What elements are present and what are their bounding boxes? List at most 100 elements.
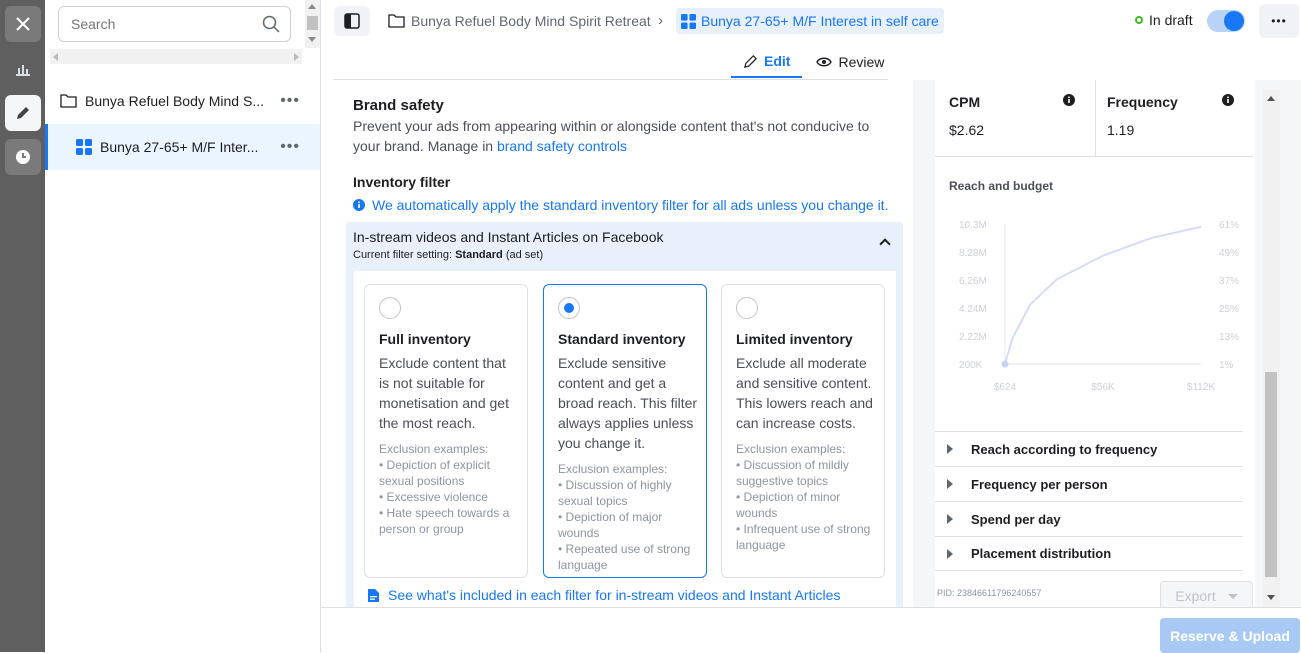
brand-safety-desc-line: Prevent your ads from appearing within o… bbox=[353, 118, 870, 134]
tab-review[interactable]: Review bbox=[802, 46, 898, 78]
exclusion-text: Discussion of mildly suggestive topics bbox=[736, 458, 849, 488]
scroll-up-icon[interactable] bbox=[308, 4, 316, 9]
left-rail bbox=[0, 0, 45, 652]
frequency-person-accordion[interactable]: Frequency per person bbox=[935, 466, 1243, 501]
panel-scrollbar[interactable] bbox=[1263, 90, 1280, 607]
exclusion-item: • Depiction of explicit sexual positions bbox=[379, 458, 490, 488]
history-button[interactable] bbox=[5, 139, 41, 175]
info-icon[interactable] bbox=[1063, 94, 1075, 106]
y-left-tick-label: 6.26M bbox=[959, 276, 987, 287]
exclusion-text: Discussion of highly sexual topics bbox=[558, 478, 672, 508]
navigation-panel: Bunya Refuel Body Mind S... ••• Bunya 27… bbox=[45, 0, 321, 652]
full-inventory-card[interactable]: Full inventory Exclude content that is n… bbox=[364, 284, 528, 578]
tree-scrollbar-horizontal[interactable] bbox=[50, 49, 302, 64]
tree-item-adset[interactable]: Bunya 27-65+ M/F Inter... ••• bbox=[45, 124, 320, 170]
footer-bar: Reserve & Upload bbox=[321, 607, 1301, 653]
current-filter-suffix: (ad set) bbox=[502, 249, 544, 261]
limited-inventory-radio[interactable] bbox=[736, 297, 758, 319]
scroll-up-icon[interactable] bbox=[1267, 96, 1275, 101]
adset-grid-icon bbox=[681, 13, 696, 29]
more-options-icon[interactable]: ••• bbox=[280, 138, 300, 156]
card-title: Standard inventory bbox=[558, 331, 686, 347]
see-filters-link[interactable]: See what's included in each filter for i… bbox=[367, 587, 840, 603]
more-options-button[interactable]: ••• bbox=[1259, 4, 1299, 38]
info-icon[interactable] bbox=[1222, 94, 1234, 106]
campaign-label: Bunya Refuel Body Mind S... bbox=[85, 93, 264, 109]
card-desc-text: Exclude all moderate and sensitive conte… bbox=[736, 355, 873, 431]
brand-safety-desc-line: your brand. Manage in brand safety contr… bbox=[353, 136, 903, 156]
expand-triangle-icon bbox=[947, 444, 953, 454]
breadcrumb-adset[interactable]: Bunya 27-65+ M/F Interest in self care bbox=[676, 8, 944, 34]
metric-divider bbox=[1095, 80, 1096, 156]
expand-triangle-icon bbox=[947, 514, 953, 524]
bar-chart-icon bbox=[16, 65, 30, 76]
scroll-down-icon[interactable] bbox=[308, 37, 316, 42]
search-input[interactable] bbox=[59, 7, 249, 41]
tree-item-campaign[interactable]: Bunya Refuel Body Mind S... ••• bbox=[45, 78, 320, 124]
exclusion-text: Depiction of explicit sexual positions bbox=[379, 458, 490, 488]
card-desc-text: Exclude content that is not suitable for… bbox=[379, 355, 509, 431]
y-left-tick-label: 200K bbox=[959, 360, 983, 371]
close-icon bbox=[16, 17, 30, 31]
adset-label: Bunya 27-65+ M/F Inter... bbox=[100, 139, 259, 155]
expand-triangle-icon bbox=[947, 479, 953, 489]
y-right-tick-label: 49% bbox=[1219, 248, 1239, 259]
current-filter-prefix: Current filter setting: bbox=[353, 249, 456, 261]
card-description: Exclude all moderate and sensitive conte… bbox=[736, 353, 876, 553]
reach-budget-chart: 10.3M 8.28M 6.26M 4.24M 2.22M 200K 61% 49% 37% 25… bbox=[959, 220, 1239, 393]
search-icon[interactable] bbox=[262, 15, 280, 33]
current-filter-setting: Current filter setting: Standard (ad set… bbox=[353, 249, 543, 261]
tree-scrollbar-vertical[interactable] bbox=[305, 0, 320, 48]
y-right-tick-label: 25% bbox=[1219, 304, 1239, 315]
exclusion-item: • Infrequent use of strong language bbox=[736, 522, 871, 552]
chart-title: Reach and budget bbox=[949, 179, 1054, 193]
scroll-left-icon[interactable] bbox=[53, 53, 58, 61]
reserve-upload-button[interactable]: Reserve & Upload bbox=[1160, 618, 1300, 653]
folder-icon bbox=[388, 14, 405, 28]
pencil-icon bbox=[744, 54, 757, 68]
spend-day-accordion[interactable]: Spend per day bbox=[935, 501, 1243, 536]
close-button[interactable] bbox=[5, 6, 41, 42]
y-right-tick-label: 37% bbox=[1219, 276, 1239, 287]
standard-inventory-radio[interactable] bbox=[558, 297, 580, 319]
export-label: Export bbox=[1175, 588, 1216, 604]
exclusion-text: Hate speech towards a person or group bbox=[379, 506, 510, 536]
accordion-label: Spend per day bbox=[971, 511, 1061, 527]
exclusion-item: • Discussion of highly sexual topics bbox=[558, 478, 672, 508]
exclusion-item: • Hate speech towards a person or group bbox=[379, 506, 510, 536]
edit-button[interactable] bbox=[5, 95, 41, 131]
y-left-tick-label: 2.22M bbox=[959, 332, 987, 343]
frequency-value: 1.19 bbox=[1107, 122, 1135, 138]
breadcrumb-campaign-label: Bunya Refuel Body Mind Spirit Retreat bbox=[411, 13, 651, 29]
draft-status: In draft bbox=[1135, 12, 1193, 28]
exclusion-item: • Depiction of minor wounds bbox=[736, 490, 841, 520]
charts-button[interactable] bbox=[5, 51, 41, 87]
eye-icon bbox=[816, 57, 833, 67]
scroll-thumb[interactable] bbox=[1265, 372, 1277, 577]
exclusion-item: • Discussion of mildly suggestive topics bbox=[736, 458, 849, 488]
full-inventory-radio[interactable] bbox=[379, 297, 401, 319]
scroll-right-icon[interactable] bbox=[294, 53, 299, 61]
brand-safety-controls-link[interactable]: brand safety controls bbox=[497, 138, 627, 154]
reach-frequency-accordion[interactable]: Reach according to frequency bbox=[935, 431, 1243, 466]
card-title: Limited inventory bbox=[736, 331, 853, 347]
exclusion-item: • Depiction of major wounds bbox=[558, 510, 663, 540]
reach-line bbox=[1004, 225, 1202, 365]
standard-inventory-card[interactable]: Standard inventory Exclude sensitive con… bbox=[543, 284, 707, 578]
status-dot-icon bbox=[1135, 16, 1143, 24]
x-tick-label: $624 bbox=[994, 382, 1017, 393]
inventory-notice: We automatically apply the standard inve… bbox=[353, 197, 888, 213]
toggle-sidebar-button[interactable] bbox=[334, 6, 370, 36]
tab-edit[interactable]: Edit bbox=[731, 46, 803, 78]
clock-icon bbox=[16, 150, 30, 164]
inventory-notice-text: We automatically apply the standard inve… bbox=[372, 197, 889, 213]
draft-toggle[interactable] bbox=[1207, 10, 1245, 32]
x-tick-label: $112K bbox=[1187, 382, 1216, 393]
toggle-knob bbox=[1224, 11, 1244, 31]
more-options-icon[interactable]: ••• bbox=[280, 92, 300, 110]
placement-accordion[interactable]: Placement distribution bbox=[935, 536, 1243, 571]
limited-inventory-card[interactable]: Limited inventory Exclude all moderate a… bbox=[721, 284, 885, 578]
breadcrumb-campaign[interactable]: Bunya Refuel Body Mind Spirit Retreat bbox=[388, 8, 651, 34]
scroll-thumb[interactable] bbox=[307, 16, 318, 30]
scroll-down-icon[interactable] bbox=[1267, 595, 1275, 600]
